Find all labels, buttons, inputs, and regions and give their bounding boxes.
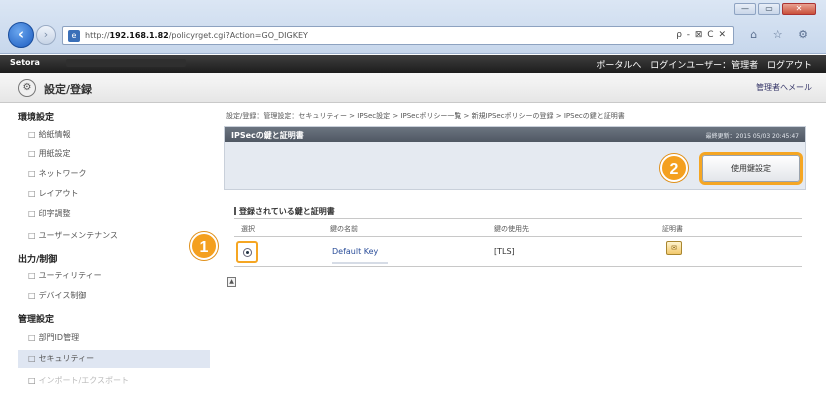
address-bar[interactable]: e http://192.168.1.82/policyrget.cgi?Act… <box>62 26 734 45</box>
sidebar-item-paper-settings[interactable]: □ 用紙設定 <box>28 148 71 159</box>
ipsec-key-panel: IPSecの鍵と証明書 最終更新：2015 05/03 20:45:47 使用鍵… <box>224 126 806 190</box>
maximize-button[interactable]: ▭ <box>758 3 780 15</box>
brand-name: Setora <box>10 58 40 67</box>
key-name-link[interactable]: Default Key <box>332 247 378 256</box>
column-header-key-usage: 鍵の使用先 <box>494 225 529 233</box>
sidebar-item-print-adjust[interactable]: □ 印字調整 <box>28 208 71 219</box>
window-controls: — ▭ ✕ <box>734 3 816 15</box>
browser-toolbar: — ▭ ✕ ‹ › e http://192.168.1.82/policyrg… <box>0 0 826 54</box>
table-row-select-highlight <box>236 241 258 263</box>
sidebar-item-network[interactable]: □ ネットワーク <box>28 168 87 179</box>
registered-keys-heading: 登録されている鍵と証明書 <box>234 206 335 217</box>
browser-home-favorites-settings-icons[interactable]: ⌂ ☆ ⚙ <box>750 28 814 41</box>
table-top-divider <box>234 218 802 219</box>
logout-link[interactable]: ログアウト <box>767 61 812 71</box>
column-header-certificate: 証明書 <box>662 225 683 233</box>
settings-wrench-icon: ⚙ <box>18 79 36 97</box>
sidebar-heading-management: 管理設定 <box>18 315 55 325</box>
app-header: Setora ポータルへ ログインユーザー：管理者 ログアウト <box>0 55 826 73</box>
sidebar-item-layout[interactable]: □ レイアウト <box>28 188 79 199</box>
panel-header: IPSecの鍵と証明書 最終更新：2015 05/03 20:45:47 <box>225 127 805 142</box>
table-bottom-divider <box>234 266 802 267</box>
panel-title: IPSecの鍵と証明書 <box>231 131 304 140</box>
login-user-label: ログインユーザー：管理者 <box>650 61 759 71</box>
certificate-icon[interactable]: ✉ <box>666 241 682 255</box>
sidebar-item-user-maintenance[interactable]: □ ユーザーメンテナンス <box>28 230 118 241</box>
close-window-button[interactable]: ✕ <box>782 3 816 15</box>
sidebar-item-security[interactable]: □ セキュリティー <box>18 350 210 368</box>
key-usage-cell: [TLS] <box>494 247 515 256</box>
sidebar-heading-output-control: 出力/制御 <box>18 255 58 265</box>
table-header-divider <box>234 236 802 237</box>
page-favicon-icon: e <box>68 30 80 42</box>
mail-to-admin-link[interactable]: 管理者へメール <box>756 82 812 93</box>
header-links: ポータルへ ログインユーザー：管理者 ログアウト <box>590 58 812 71</box>
sidebar-heading-preferences: 環境設定 <box>18 113 55 123</box>
address-tools[interactable]: ρ - ⊠ C ✕ <box>676 30 727 40</box>
sidebar-item-paper-source[interactable]: □ 給紙情報 <box>28 129 71 140</box>
callout-2: 2 <box>660 154 688 182</box>
sidebar-item-department-id[interactable]: □ 部門ID管理 <box>28 332 79 343</box>
page-top-icon[interactable]: ▲ <box>227 277 236 287</box>
column-header-select: 選択 <box>241 225 255 233</box>
page-title-bar: ⚙ 設定/登録 管理者へメール <box>0 73 826 103</box>
callout-1: 1 <box>190 232 218 260</box>
back-button[interactable]: ‹ <box>8 22 34 48</box>
portal-link[interactable]: ポータルへ <box>596 61 641 71</box>
key-settings-button[interactable]: 使用鍵設定 <box>702 155 800 182</box>
breadcrumb[interactable]: 設定/登録：管理設定：セキュリティー > IPSec設定 > IPSecポリシー… <box>226 111 625 121</box>
minimize-button[interactable]: — <box>734 3 756 15</box>
select-key-radio[interactable] <box>243 248 252 257</box>
last-updated-label: 最終更新：2015 05/03 20:45:47 <box>705 133 799 140</box>
device-name-bar <box>66 59 186 67</box>
forward-button[interactable]: › <box>36 25 56 45</box>
address-url: http://192.168.1.82/policyrget.cgi?Actio… <box>85 31 308 40</box>
column-header-key-name: 鍵の名前 <box>330 225 358 233</box>
sidebar-item-import-export[interactable]: □ インポート/エクスポート <box>28 375 129 386</box>
sidebar-item-utility[interactable]: □ ユーティリティー <box>28 270 102 281</box>
key-name-underline <box>332 262 388 264</box>
sidebar: 環境設定 □ 給紙情報 □ 用紙設定 □ ネットワーク □ レイアウト □ 印字調整 □ ユ… <box>0 104 212 401</box>
page-title: 設定/登録 <box>44 83 93 96</box>
sidebar-item-device-control[interactable]: □ デバイス制御 <box>28 290 86 301</box>
